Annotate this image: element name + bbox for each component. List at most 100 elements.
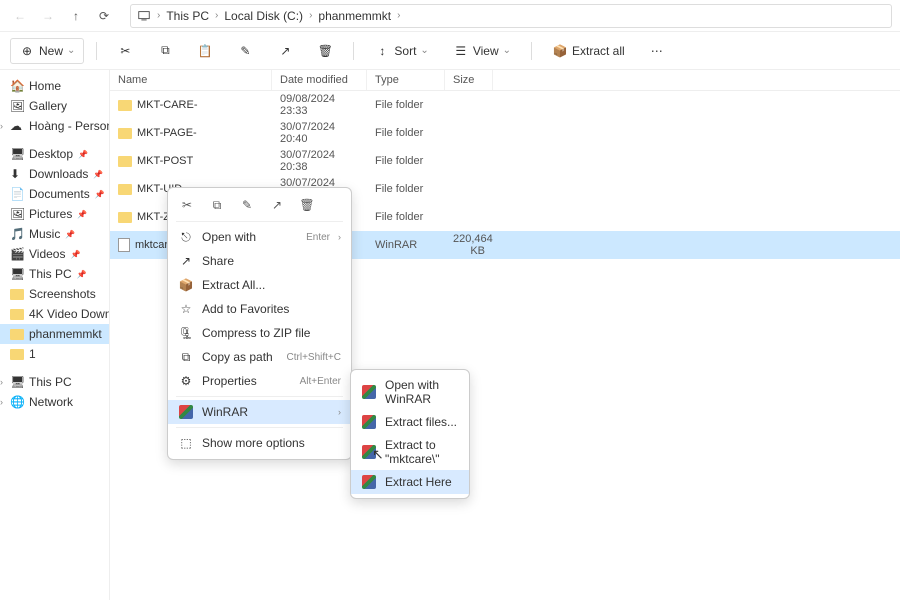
sidebar-phanmemmkt[interactable]: phanmemmkt	[0, 324, 109, 344]
more-icon: ⋯	[649, 43, 665, 59]
ctx-show-more[interactable]: ⬚ Show more options	[168, 431, 351, 455]
file-type: File folder	[367, 209, 445, 225]
sort-button[interactable]: ↕Sort⌄	[366, 39, 436, 63]
refresh-button[interactable]: ⟳	[92, 4, 116, 28]
separator	[353, 42, 354, 60]
file-size	[445, 215, 493, 219]
view-button[interactable]: ☰View⌄	[445, 39, 519, 63]
ctx-extract-all[interactable]: 📦 Extract All...	[168, 273, 351, 297]
extract-icon: 📦	[552, 43, 568, 59]
breadcrumb-phanmemmkt[interactable]: phanmemmkt›	[318, 9, 400, 23]
sidebar-label: This PC	[29, 267, 72, 281]
home-icon: 🏠	[10, 79, 24, 93]
ctx-properties[interactable]: ⚙ Properties Alt+Enter	[168, 369, 351, 393]
sidebar-downloads[interactable]: ⬇Downloads📌	[0, 164, 109, 184]
sidebar-pictures[interactable]: 🖼Pictures📌	[0, 204, 109, 224]
sidebar-label: This PC	[29, 375, 72, 389]
file-type: WinRAR	[367, 237, 445, 253]
desktop-icon: 🖥	[10, 147, 24, 161]
zip-icon: 🗜	[178, 325, 194, 341]
rename-button[interactable]: ✎	[229, 39, 261, 63]
nav-bar: ← → ↑ ⟳ › This PC› Local Disk (C:)› phan…	[0, 0, 900, 32]
cut-icon: ✂	[117, 43, 133, 59]
sidebar-1[interactable]: 1	[0, 344, 109, 364]
winrar-icon	[361, 444, 377, 460]
sidebar-label: Pictures	[29, 207, 72, 221]
paste-button[interactable]: 📋	[189, 39, 221, 63]
pc-icon	[137, 9, 151, 23]
sidebar-screenshots[interactable]: Screenshots	[0, 284, 109, 304]
ctx-share[interactable]: ↗ Share	[168, 249, 351, 273]
ctx-label: Properties	[202, 374, 292, 388]
pin-icon: 📌	[95, 190, 105, 199]
sidebar-documents[interactable]: 📄Documents📌	[0, 184, 109, 204]
sidebar-gallery[interactable]: 🖼Gallery	[0, 96, 109, 116]
ctx-copy-button[interactable]: ⧉	[208, 196, 226, 214]
delete-button[interactable]: 🗑	[309, 39, 341, 63]
separator	[176, 221, 343, 222]
ctx-compress-zip[interactable]: 🗜 Compress to ZIP file	[168, 321, 351, 345]
pictures-icon: 🖼	[10, 207, 24, 221]
sidebar-network[interactable]: ›🌐Network	[0, 392, 109, 412]
videos-icon: 🎬	[10, 247, 24, 261]
sidebar-music[interactable]: 🎵Music📌	[0, 224, 109, 244]
pin-icon: 📌	[93, 170, 103, 179]
spacer	[0, 364, 109, 372]
file-size	[445, 103, 493, 107]
breadcrumb-this-pc[interactable]: This PC›	[166, 9, 218, 23]
more-button[interactable]: ⋯	[641, 39, 673, 63]
sidebar-onedrive[interactable]: ›☁Hoàng - Personal	[0, 116, 109, 136]
new-button[interactable]: ⊕ New ⌄	[10, 38, 84, 64]
file-type: File folder	[367, 153, 445, 169]
ctx-share-button[interactable]: ↗	[268, 196, 286, 214]
sidebar-this-pc-quick[interactable]: 🖥This PC📌	[0, 264, 109, 284]
file-row[interactable]: MKT-PAGE-30/07/2024 20:40File folder	[110, 119, 900, 147]
sub-open-winrar[interactable]: Open with WinRAR	[351, 374, 469, 410]
sidebar-home[interactable]: 🏠Home	[0, 76, 109, 96]
chevron-right-icon: ›	[215, 10, 218, 21]
col-header-date[interactable]: Date modified	[272, 70, 367, 90]
ctx-copy-path[interactable]: ⧉ Copy as path Ctrl+Shift+C	[168, 345, 351, 369]
ctx-rename-button[interactable]: ✎	[238, 196, 256, 214]
ctx-open-with[interactable]: ⎋ Open with Enter ›	[168, 225, 351, 249]
separator	[176, 427, 343, 428]
ctx-label: Open with	[202, 230, 298, 244]
back-button[interactable]: ←	[8, 4, 32, 28]
rename-icon: ✎	[237, 43, 253, 59]
file-row[interactable]: MKT-CARE-09/08/2024 23:33File folder	[110, 91, 900, 119]
ctx-winrar[interactable]: WinRAR ›	[168, 400, 351, 424]
sidebar-this-pc[interactable]: ›🖥This PC	[0, 372, 109, 392]
sidebar-label: Network	[29, 395, 73, 409]
cut-button[interactable]: ✂	[109, 39, 141, 63]
share-button[interactable]: ↗	[269, 39, 301, 63]
copy-button[interactable]: ⧉	[149, 39, 181, 63]
chevron-right-icon: ›	[397, 10, 400, 21]
sub-extract-to[interactable]: Extract to "mktcare\"	[351, 434, 469, 470]
address-bar[interactable]: › This PC› Local Disk (C:)› phanmemmkt›	[130, 4, 892, 28]
ctx-cut-button[interactable]: ✂	[178, 196, 196, 214]
chevron-right-icon: ›	[309, 10, 312, 21]
ctx-add-favorites[interactable]: ☆ Add to Favorites	[168, 297, 351, 321]
share-icon: ↗	[178, 253, 194, 269]
sub-extract-files[interactable]: Extract files...	[351, 410, 469, 434]
file-name: MKT-PAGE-	[137, 127, 197, 139]
sidebar-desktop[interactable]: 🖥Desktop📌	[0, 144, 109, 164]
extract-all-button[interactable]: 📦Extract all	[544, 39, 633, 63]
ctx-delete-button[interactable]: 🗑	[298, 196, 316, 214]
toolbar: ⊕ New ⌄ ✂ ⧉ 📋 ✎ ↗ 🗑 ↕Sort⌄ ☰View⌄ 📦Extra…	[0, 32, 900, 70]
breadcrumb-local-disk[interactable]: Local Disk (C:)›	[224, 9, 312, 23]
downloads-icon: ⬇	[10, 167, 24, 181]
winrar-icon	[361, 474, 377, 490]
file-row[interactable]: MKT-POST30/07/2024 20:38File folder	[110, 147, 900, 175]
col-header-size[interactable]: Size	[445, 70, 493, 90]
up-button[interactable]: ↑	[64, 4, 88, 28]
separator	[531, 42, 532, 60]
forward-button[interactable]: →	[36, 4, 60, 28]
sub-extract-here[interactable]: Extract Here	[351, 470, 469, 494]
chevron-right-icon: ›	[0, 397, 3, 407]
col-header-type[interactable]: Type	[367, 70, 445, 90]
separator	[176, 396, 343, 397]
sidebar-4k-video[interactable]: 4K Video Downloa	[0, 304, 109, 324]
col-header-name[interactable]: Name	[110, 70, 272, 90]
sidebar-videos[interactable]: 🎬Videos📌	[0, 244, 109, 264]
